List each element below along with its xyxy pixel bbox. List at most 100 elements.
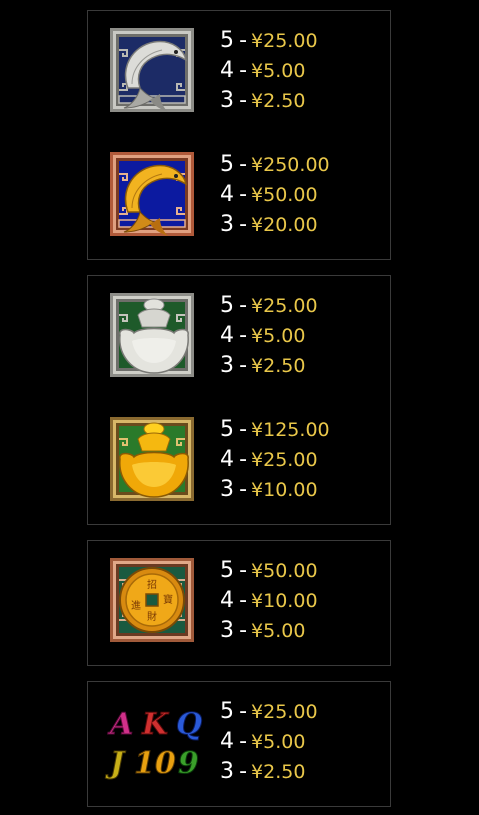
symbol-count: 3 [220,212,234,237]
symbol-count: 4 [220,588,234,613]
paytable-values: 5 - ¥50.00 4 - ¥10.00 3 - ¥5.00 [220,556,390,646]
symbol-count: 3 [220,477,234,502]
dash: - [239,417,248,442]
pay-row: 3 - ¥5.00 [220,616,390,646]
payout-amount: ¥2.50 [251,355,306,377]
dash: - [239,558,248,583]
dash: - [239,447,248,472]
pay-row: 5 - ¥25.00 [220,697,390,727]
pay-row: 5 - ¥125.00 [220,415,390,445]
coin-glyph-right: 寶 [163,593,173,606]
silver-carp-icon [110,28,194,112]
dash: - [239,212,248,237]
pay-row: 3 - ¥2.50 [220,757,390,787]
symbol-count: 5 [220,28,234,53]
dash: - [239,323,248,348]
payout-amount: ¥25.00 [251,701,318,723]
dash: - [239,182,248,207]
payout-amount: ¥5.00 [251,60,306,82]
symbol-count: 5 [220,558,234,583]
payout-amount: ¥5.00 [251,325,306,347]
coin-glyph-top: 招 [147,578,157,591]
dash: - [239,353,248,378]
paytable-entry-gold-coin: 招 進 寶 財 5 - ¥50.00 4 - ¥10.00 3 - ¥5.00 [88,558,390,648]
payout-amount: ¥20.00 [251,214,318,236]
royal-q: Q [176,707,202,742]
paytable-panel-coin: 招 進 寶 財 5 - ¥50.00 4 - ¥10.00 3 - ¥5.00 [87,540,391,666]
paytable-values: 5 - ¥125.00 4 - ¥25.00 3 - ¥10.00 [220,415,390,505]
card-royals-icon: A K Q J 10 9 [98,699,208,783]
pay-row: 3 - ¥2.50 [220,351,390,381]
dash: - [239,588,248,613]
dash: - [239,88,248,113]
payout-amount: ¥125.00 [251,419,330,441]
dash: - [239,699,248,724]
pay-row: 4 - ¥25.00 [220,445,390,475]
payout-amount: ¥5.00 [251,620,306,642]
symbol-count: 5 [220,417,234,442]
payout-amount: ¥10.00 [251,479,318,501]
paytable-values: 5 - ¥25.00 4 - ¥5.00 3 - ¥2.50 [220,697,390,787]
payout-amount: ¥2.50 [251,761,306,783]
payout-amount: ¥2.50 [251,90,306,112]
pay-row: 5 - ¥25.00 [220,26,390,56]
royal-k: K [141,707,170,742]
symbol-count: 5 [220,293,234,318]
paytable-values: 5 - ¥25.00 4 - ¥5.00 3 - ¥2.50 [220,291,390,381]
pay-row: 5 - ¥25.00 [220,291,390,321]
pay-row: 4 - ¥5.00 [220,727,390,757]
payout-amount: ¥50.00 [251,560,318,582]
symbol-count: 3 [220,88,234,113]
payout-amount: ¥5.00 [251,731,306,753]
royal-a: A [107,707,133,742]
dash: - [239,759,248,784]
silver-ingot-icon [110,293,194,377]
dash: - [239,293,248,318]
dash: - [239,477,248,502]
dash: - [239,729,248,754]
paytable-values: 5 - ¥25.00 4 - ¥5.00 3 - ¥2.50 [220,26,390,116]
payout-amount: ¥10.00 [251,590,318,612]
pay-row: 3 - ¥10.00 [220,475,390,505]
royal-9: 9 [178,746,199,781]
dash: - [239,152,248,177]
paytable-values: 5 - ¥250.00 4 - ¥50.00 3 - ¥20.00 [220,150,390,240]
pay-row: 3 - ¥20.00 [220,210,390,240]
coin-glyph-left: 進 [131,600,141,612]
paytable-entry-silver-ingot: 5 - ¥25.00 4 - ¥5.00 3 - ¥2.50 [88,293,390,383]
payout-amount: ¥25.00 [251,30,318,52]
dash: - [239,618,248,643]
symbol-count: 3 [220,618,234,643]
paytable-entry-gold-ingot: 5 - ¥125.00 4 - ¥25.00 3 - ¥10.00 [88,417,390,507]
paytable-entry-gold-carp: 5 - ¥250.00 4 - ¥50.00 3 - ¥20.00 [88,152,390,242]
payout-amount: ¥25.00 [251,449,318,471]
payout-amount: ¥250.00 [251,154,330,176]
paytable-panel-ingot: 5 - ¥25.00 4 - ¥5.00 3 - ¥2.50 5 - ¥125.00 4… [87,275,391,525]
gold-coin-icon: 招 進 寶 財 [110,558,194,642]
payout-amount: ¥50.00 [251,184,318,206]
coin-glyph-bottom: 財 [147,610,157,623]
symbol-count: 4 [220,182,234,207]
pay-row: 5 - ¥250.00 [220,150,390,180]
symbol-count: 4 [220,323,234,348]
royal-10: 10 [134,746,176,781]
symbol-count: 3 [220,759,234,784]
pay-row: 3 - ¥2.50 [220,86,390,116]
symbol-count: 5 [220,699,234,724]
dash: - [239,58,248,83]
paytable-panel-royals: A K Q J 10 9 5 - ¥25.00 4 - ¥5.00 3 - ¥2.50 [87,681,391,807]
symbol-count: 3 [220,353,234,378]
symbol-count: 4 [220,447,234,472]
symbol-count: 4 [220,58,234,83]
gold-carp-icon [110,152,194,236]
pay-row: 4 - ¥5.00 [220,321,390,351]
symbol-count: 4 [220,729,234,754]
pay-row: 4 - ¥50.00 [220,180,390,210]
symbol-count: 5 [220,152,234,177]
royal-j: J [105,746,126,781]
pay-row: 5 - ¥50.00 [220,556,390,586]
payout-amount: ¥25.00 [251,295,318,317]
pay-row: 4 - ¥10.00 [220,586,390,616]
paytable-entry-card-royals: A K Q J 10 9 5 - ¥25.00 4 - ¥5.00 3 - ¥2.50 [88,699,390,789]
pay-row: 4 - ¥5.00 [220,56,390,86]
